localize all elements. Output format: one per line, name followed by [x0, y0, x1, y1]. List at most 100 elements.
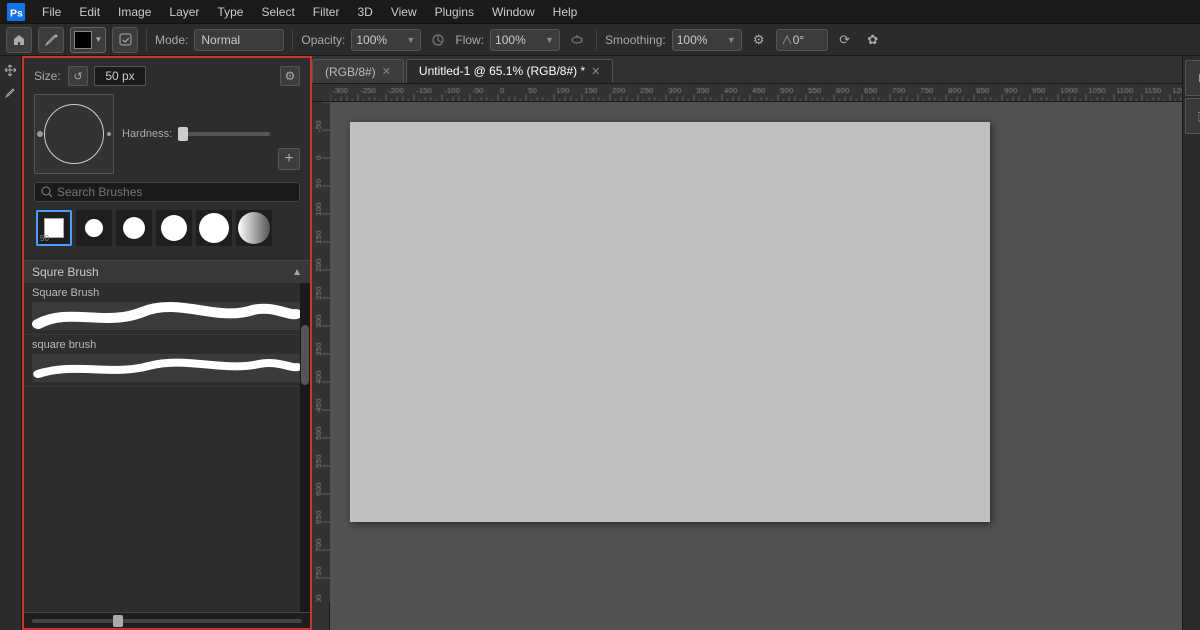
- document-canvas-area[interactable]: [330, 102, 1182, 630]
- tab-label-0: (RGB/8#): [325, 65, 376, 79]
- tab-1[interactable]: Untitled-1 @ 65.1% (RGB/8#) * ✕: [406, 59, 613, 83]
- preset-1[interactable]: 50: [36, 210, 72, 246]
- left-toolbar: [0, 56, 22, 630]
- preset-gradient-icon: [238, 212, 270, 244]
- brush-tool-button[interactable]: [38, 27, 64, 53]
- preset-2[interactable]: [76, 210, 112, 246]
- preset-3[interactable]: [116, 210, 152, 246]
- color-swatch[interactable]: ▼: [70, 27, 106, 53]
- brush-tool[interactable]: [1, 82, 21, 102]
- hardness-slider-track[interactable]: [183, 132, 270, 136]
- vertical-ruler: [312, 102, 330, 630]
- angle-input[interactable]: [793, 33, 823, 47]
- layers-panel-icon[interactable]: ⊞: [1185, 60, 1200, 96]
- separator3: [596, 29, 597, 51]
- menu-layer[interactable]: Layer: [161, 3, 207, 21]
- canvas-area: (RGB/8#) ✕ Untitled-1 @ 65.1% (RGB/8#) *…: [312, 56, 1182, 630]
- brush-list: Square Brush square brush: [24, 283, 310, 612]
- brush-circle-preview: [44, 104, 104, 164]
- opacity-label: Opacity:: [301, 33, 345, 47]
- brush-presets-row: 50: [34, 210, 300, 246]
- list-item[interactable]: Square Brush: [24, 283, 310, 335]
- bottom-size-slider-track[interactable]: [32, 619, 302, 623]
- preset-num: 50: [40, 234, 49, 243]
- reset-brush-size-button[interactable]: ↺: [68, 66, 88, 86]
- smoothing-input-wrap: ▼: [672, 29, 742, 51]
- menu-image[interactable]: Image: [110, 3, 159, 21]
- menu-plugins[interactable]: Plugins: [427, 3, 482, 21]
- smoothing-settings-icon[interactable]: ⚙: [748, 29, 770, 51]
- menu-3d[interactable]: 3D: [349, 3, 380, 21]
- menu-type[interactable]: Type: [209, 3, 251, 21]
- menu-filter[interactable]: Filter: [305, 3, 348, 21]
- smoothing-label: Smoothing:: [605, 33, 666, 47]
- tool-options-bar: ▼ Mode: Normal Opacity: ▼ Flow: ▼ Smooth…: [0, 24, 1200, 56]
- menu-file[interactable]: File: [34, 3, 69, 21]
- size-value-input[interactable]: [94, 66, 146, 86]
- main-layout: Size: ↺ ⚙ Hardness:: [0, 56, 1200, 630]
- brush-bottom-slider: [24, 612, 310, 628]
- brush-section-header[interactable]: Squre Brush ▲: [24, 260, 310, 283]
- flow-input[interactable]: [495, 33, 545, 47]
- mode-label: Mode:: [155, 33, 188, 47]
- hardness-thumb[interactable]: [178, 127, 188, 141]
- brush-section-toggle-icon[interactable]: ▲: [292, 267, 302, 278]
- preset-6[interactable]: [236, 210, 272, 246]
- svg-text:Ps: Ps: [10, 7, 23, 19]
- flow-input-wrap: ▼: [490, 29, 560, 51]
- smoothing-input[interactable]: [677, 33, 727, 47]
- size-label: Size:: [34, 69, 62, 83]
- tab-close-0[interactable]: ✕: [382, 65, 391, 78]
- menu-view[interactable]: View: [383, 3, 425, 21]
- brush-preview-row: Hardness: +: [34, 94, 300, 174]
- opacity-dropdown-icon[interactable]: ▼: [406, 35, 415, 45]
- menu-select[interactable]: Select: [253, 3, 302, 21]
- preset-4[interactable]: [156, 210, 192, 246]
- tab-0[interactable]: (RGB/8#) ✕: [312, 59, 404, 83]
- preset-large-icon: [161, 215, 187, 241]
- foreground-color: [74, 31, 92, 49]
- flow-label: Flow:: [455, 33, 484, 47]
- home-button[interactable]: [6, 27, 32, 53]
- brush-size-row: Size: ↺ ⚙: [34, 66, 300, 86]
- right-panel: ⊞ ⬚: [1182, 56, 1200, 630]
- airbrush-icon[interactable]: [566, 29, 588, 51]
- list-item[interactable]: square brush: [24, 335, 310, 387]
- canvas-middle: [312, 84, 1182, 630]
- preset-xlarge-icon: [199, 213, 229, 243]
- hardness-slider-row: Hardness:: [122, 128, 270, 140]
- menu-window[interactable]: Window: [484, 3, 543, 21]
- brush-section-title: Squre Brush: [32, 265, 99, 279]
- brush-scrollbar[interactable]: [300, 283, 310, 612]
- brush-scrollbar-thumb[interactable]: [301, 325, 309, 385]
- preset-soft-icon: [85, 219, 103, 237]
- bottom-size-slider-thumb[interactable]: [113, 615, 123, 627]
- tab-label-1: Untitled-1 @ 65.1% (RGB/8#) *: [419, 64, 585, 78]
- pressure-opacity-icon[interactable]: [427, 29, 449, 51]
- swatch-arrow-icon: ▼: [95, 35, 103, 44]
- hardness-label: Hardness:: [122, 128, 177, 140]
- menu-help[interactable]: Help: [545, 3, 586, 21]
- canvas-document[interactable]: [350, 122, 990, 522]
- symmetry-icon[interactable]: ⟳: [834, 29, 856, 51]
- app-logo: Ps: [4, 2, 28, 22]
- brush-preview: [34, 94, 114, 174]
- move-tool[interactable]: [1, 60, 21, 80]
- flow-dropdown-icon[interactable]: ▼: [545, 35, 554, 45]
- extra-icon[interactable]: ✿: [862, 29, 884, 51]
- brush-search-input[interactable]: [57, 185, 293, 199]
- add-to-canvas-button[interactable]: +: [278, 148, 300, 170]
- ruler-canvas: [330, 84, 1182, 102]
- edit-brush-button[interactable]: [112, 27, 138, 53]
- angle-icon: [781, 34, 793, 46]
- brush-stroke-preview-1: [32, 302, 302, 330]
- tab-close-1[interactable]: ✕: [591, 65, 600, 78]
- brush-settings-button[interactable]: ⚙: [280, 66, 300, 86]
- mode-dropdown[interactable]: Normal: [194, 29, 284, 51]
- menu-edit[interactable]: Edit: [71, 3, 108, 21]
- opacity-input[interactable]: [356, 33, 406, 47]
- preset-5[interactable]: [196, 210, 232, 246]
- horizontal-ruler: [312, 84, 1182, 102]
- history-panel-icon[interactable]: ⬚: [1185, 98, 1200, 134]
- smoothing-dropdown-icon[interactable]: ▼: [727, 35, 736, 45]
